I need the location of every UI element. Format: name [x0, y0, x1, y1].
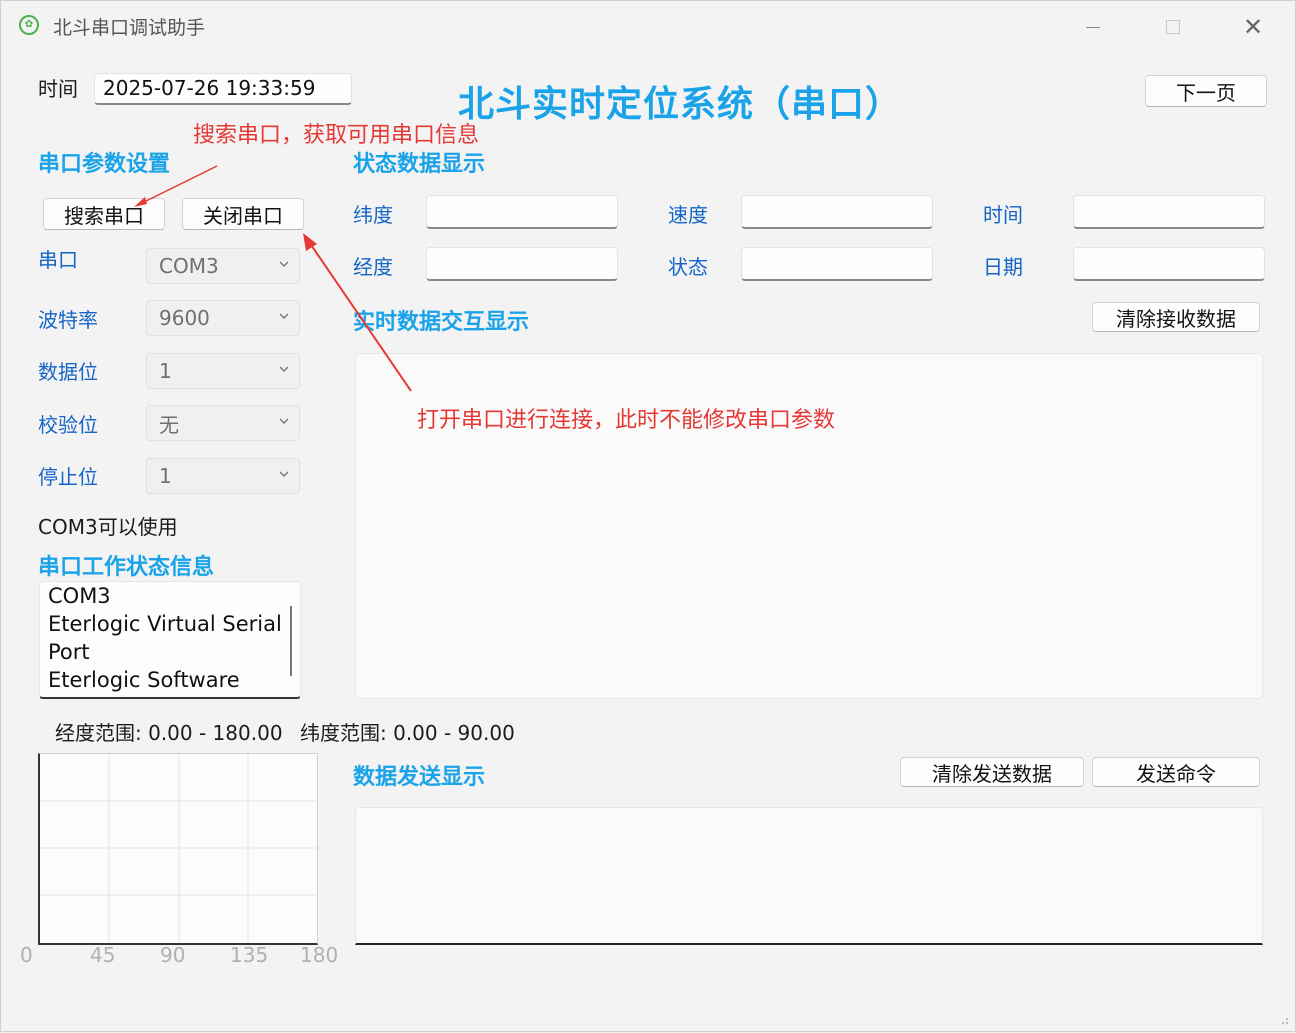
minimize-icon	[1086, 26, 1100, 28]
send-command-button[interactable]: 发送命令	[1092, 757, 1260, 787]
baudrate-select[interactable]: 9600	[146, 300, 300, 336]
databits-label: 数据位	[38, 360, 98, 384]
stopbits-select-value: 1	[159, 464, 172, 488]
close-icon: ✕	[1242, 13, 1264, 41]
list-item: COM3	[48, 584, 111, 608]
next-page-button[interactable]: 下一页	[1145, 75, 1267, 107]
maximize-icon	[1166, 20, 1180, 34]
search-annotation: 搜索串口，获取可用串口信息	[193, 123, 480, 148]
list-item: Eterlogic Virtual Serial	[48, 612, 282, 636]
x-tick-label: 90	[160, 943, 186, 967]
gps-time-field[interactable]	[1073, 195, 1265, 229]
open-arrow-head	[303, 233, 317, 251]
port-label: 串口	[38, 248, 78, 272]
title-bar: ✿ 北斗串口调试助手 ✕	[1, 1, 1295, 53]
serial-status-list[interactable]: COM3 Eterlogic Virtual Serial Port Eterl…	[39, 581, 301, 699]
longitude-field[interactable]	[426, 247, 618, 281]
close-button[interactable]: ✕	[1233, 9, 1273, 45]
stopbits-select[interactable]: 1	[146, 458, 300, 494]
x-tick-label: 45	[90, 943, 116, 967]
maximize-button[interactable]	[1153, 9, 1193, 45]
realtime-display-title: 实时数据交互显示	[353, 310, 530, 335]
list-scrollbar[interactable]	[290, 606, 292, 676]
baudrate-label: 波特率	[38, 308, 98, 332]
serial-settings-title: 串口参数设置	[38, 152, 171, 177]
close-port-button[interactable]: 关闭串口	[182, 198, 304, 230]
x-tick-label: 0	[20, 943, 33, 967]
date-label: 日期	[983, 255, 1023, 279]
stopbits-label: 停止位	[38, 465, 98, 489]
state-label: 状态	[668, 255, 708, 279]
send-data-area[interactable]	[355, 807, 1263, 945]
serial-status-title: 串口工作状态信息	[38, 555, 215, 580]
time-label: 时间	[38, 77, 78, 101]
clear-receive-button[interactable]: 清除接收数据	[1092, 302, 1260, 332]
time-field[interactable]: 2025-07-26 19:33:59	[94, 73, 352, 105]
chevron-down-icon	[279, 471, 289, 477]
gps-time-label: 时间	[983, 203, 1023, 227]
search-port-button[interactable]: 搜索串口	[43, 198, 165, 230]
state-field[interactable]	[741, 247, 933, 281]
longitude-label: 经度	[353, 255, 393, 279]
app-title: 北斗串口调试助手	[53, 17, 206, 39]
parity-select-value: 无	[159, 412, 179, 437]
date-field[interactable]	[1073, 247, 1265, 281]
baudrate-select-value: 9600	[159, 306, 210, 330]
app-logo-icon: ✿	[19, 15, 39, 35]
position-plot	[38, 753, 318, 945]
port-select[interactable]: COM3	[146, 248, 300, 284]
latitude-field[interactable]	[426, 195, 618, 229]
chevron-down-icon	[279, 261, 289, 267]
list-item: Port	[48, 640, 90, 664]
app-window: ✿ 北斗串口调试助手 ✕ 时间 2025-07-26 19:33:59 北斗实时…	[0, 0, 1296, 1032]
clear-send-button[interactable]: 清除发送数据	[900, 757, 1084, 787]
chevron-down-icon	[279, 366, 289, 372]
chevron-down-icon	[279, 418, 289, 424]
latitude-range: 纬度范围: 0.00 - 90.00	[300, 721, 515, 745]
resize-grip-icon[interactable]	[1279, 1015, 1289, 1025]
parity-select[interactable]: 无	[146, 405, 300, 441]
databits-select-value: 1	[159, 359, 172, 383]
x-tick-label: 180	[300, 943, 339, 967]
status-display-title: 状态数据显示	[353, 152, 486, 177]
chevron-down-icon	[279, 313, 289, 319]
plot-grid	[40, 754, 317, 943]
minimize-button[interactable]	[1073, 9, 1113, 45]
parity-label: 校验位	[38, 413, 98, 437]
port-select-value: COM3	[159, 254, 219, 278]
latitude-label: 纬度	[353, 203, 393, 227]
longitude-range: 经度范围: 0.00 - 180.00	[55, 721, 283, 745]
page-title: 北斗实时定位系统（串口）	[458, 84, 903, 125]
port-status-message: COM3可以使用	[38, 515, 178, 539]
speed-label: 速度	[668, 203, 708, 227]
list-item: Eterlogic Software	[48, 668, 240, 692]
x-tick-label: 135	[230, 943, 269, 967]
databits-select[interactable]: 1	[146, 353, 300, 389]
speed-field[interactable]	[741, 195, 933, 229]
open-port-annotation: 打开串口进行连接，此时不能修改串口参数	[417, 408, 836, 433]
send-display-title: 数据发送显示	[353, 765, 486, 790]
